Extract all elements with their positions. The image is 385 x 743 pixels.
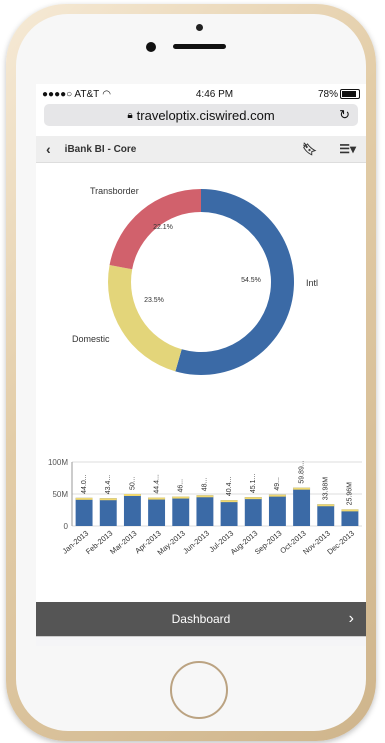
bar-top-Jul-2013 (220, 500, 238, 503)
carrier-label: ●●●●○ AT&T (42, 88, 100, 100)
slice-label-transborder: Transborder (90, 186, 139, 196)
slice-label-domestic: Domestic (72, 334, 110, 344)
slice-pct-domestic: 23.5% (144, 297, 164, 304)
bar-value-label: 46... (178, 479, 185, 493)
screen: ●●●●○ AT&T ◠ 4:46 PM 78% 🔒︎ traveloptix.c… (36, 84, 366, 646)
bar-value-label: 44.4... (153, 474, 160, 494)
bar-value-label: 50... (129, 476, 136, 490)
forward-icon[interactable]: › (121, 644, 127, 647)
bar-top-Dec-2013 (341, 509, 359, 512)
list-menu-icon[interactable]: ☰▾ (339, 142, 356, 156)
battery-icon (340, 88, 360, 99)
dashboard-label: Dashboard (171, 612, 231, 626)
carrier-signal: ●●●●○ AT&T ◠ (42, 89, 111, 100)
slice-pct-transborder: 22.1% (153, 224, 173, 231)
y-tick-label: 50M (52, 490, 68, 499)
bar-value-label: 43.4... (105, 475, 112, 495)
x-tick-label: Jun-2013 (181, 529, 211, 556)
bar-top-Sep-2013 (268, 494, 286, 497)
reload-icon[interactable]: ↻ (339, 107, 350, 123)
donut-chart-svg: Intl 54.5% Domestic 23.5% Transborder 22.1% (72, 186, 318, 375)
bar-top-Oct-2013 (293, 487, 311, 490)
bar-top-Jan-2013 (75, 497, 93, 500)
bar-value-label: 25.96M (347, 482, 354, 506)
back-icon[interactable]: ‹ (62, 644, 68, 647)
x-tick-label: Dec-2013 (325, 529, 356, 557)
bar-top-Aug-2013 (244, 497, 262, 500)
bar-value-label: 33.98M (323, 477, 330, 501)
bar-top-Mar-2013 (123, 494, 141, 496)
slice-pct-intl: 54.5% (241, 277, 261, 284)
tabs-icon[interactable]: ❐ (323, 644, 339, 647)
bar-Dec-2013 (341, 509, 359, 526)
app-header: ‹ iBank BI - Core 🔖︎ ☰▾ (36, 136, 366, 163)
x-tick-label: Sep-2013 (253, 529, 284, 557)
proximity-sensor (146, 42, 156, 52)
bar-value-label: 48... (202, 478, 209, 492)
chevron-right-icon[interactable]: › (349, 610, 354, 628)
slice-label-intl: Intl (306, 278, 318, 288)
url-text: traveloptix.ciswired.com (136, 107, 275, 123)
status-time: 4:46 PM (195, 88, 234, 100)
bar-Oct-2013 (293, 487, 311, 526)
bookmarks-icon[interactable]: 📖︎ (248, 644, 271, 647)
bar-Aug-2013 (244, 497, 262, 526)
donut-slice-domestic (108, 265, 182, 372)
chevron-left-icon[interactable]: ‹ (46, 141, 51, 157)
address-bar[interactable]: 🔒︎ traveloptix.ciswired.com ↻ (44, 104, 358, 126)
bar-Jul-2013 (220, 500, 238, 526)
bar-top-Jun-2013 (196, 495, 214, 498)
bar-top-May-2013 (172, 496, 190, 499)
y-tick-label: 0 (64, 522, 69, 531)
battery-indicator: 78% (318, 89, 360, 100)
front-camera (196, 24, 203, 31)
bar-chart[interactable]: 100M 50M 0 44.0... Jan-2013 43.4... Feb-2013 50… (36, 456, 366, 586)
donut-slice-intl (175, 189, 295, 375)
bar-top-Feb-2013 (99, 498, 117, 501)
battery-percent: 78% (317, 88, 338, 100)
bar-May-2013 (172, 496, 190, 526)
bar-Mar-2013 (123, 494, 141, 526)
bar-value-label: 59.89... (298, 460, 305, 483)
bar-Jan-2013 (75, 497, 93, 526)
bar-Jun-2013 (196, 495, 214, 526)
bar-top-Apr-2013 (148, 497, 166, 500)
bar-chart-svg: 100M50M044.0...Jan-201343.4...Feb-201350… (48, 458, 362, 557)
bar-Apr-2013 (148, 497, 166, 526)
bar-value-label: 49... (274, 477, 281, 491)
status-bar: ●●●●○ AT&T ◠ 4:46 PM 78% (36, 84, 366, 104)
wifi-icon: ◠ (102, 88, 111, 100)
bookmark-icon[interactable]: 🔖︎ (302, 142, 317, 156)
share-icon[interactable]: ⇪ (180, 644, 195, 647)
earpiece-speaker (173, 44, 226, 49)
bar-value-label: 40.4... (226, 477, 233, 497)
home-button[interactable] (170, 661, 228, 719)
dashboard-bar[interactable]: Dashboard › (36, 602, 366, 636)
donut-chart[interactable]: Intl 54.5% Domestic 23.5% Transborder 22.1% (36, 170, 366, 390)
x-tick-label: Mar-2013 (108, 529, 138, 557)
bar-Feb-2013 (99, 498, 117, 526)
browser-toolbar: ‹ › ⇪ 📖︎ ❐ (36, 636, 366, 646)
page-title: iBank BI - Core (64, 143, 137, 155)
bar-value-label: 45.1... (250, 474, 257, 494)
bar-value-label: 44.0... (81, 474, 88, 494)
bar-Nov-2013 (317, 504, 335, 526)
lock-icon: 🔒︎ (127, 109, 133, 121)
bar-Sep-2013 (268, 494, 286, 526)
y-tick-label: 100M (48, 458, 68, 467)
bar-top-Nov-2013 (317, 504, 335, 507)
